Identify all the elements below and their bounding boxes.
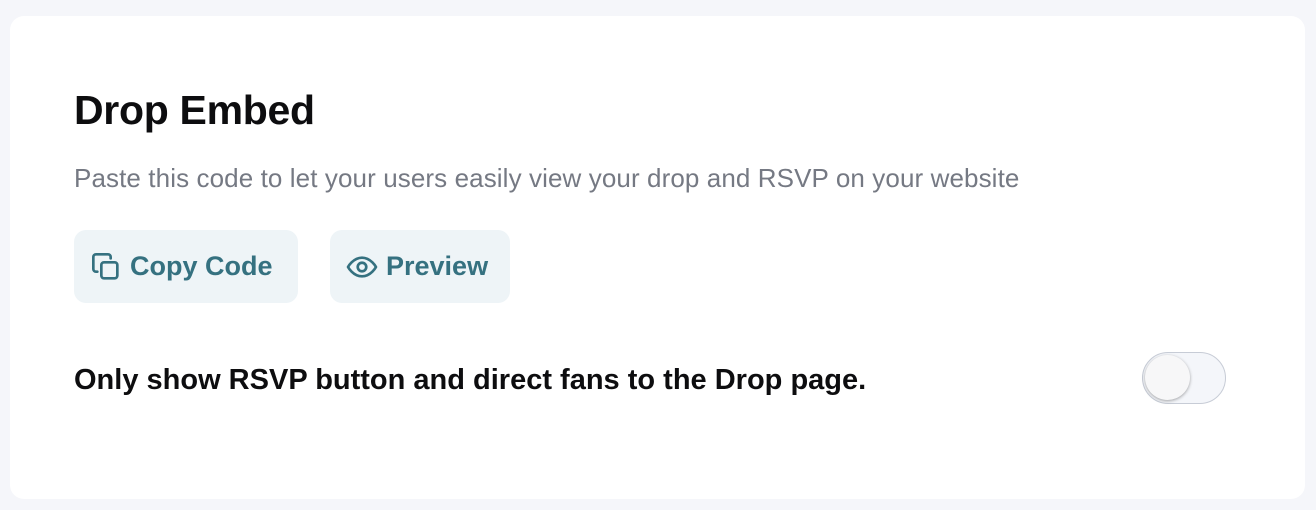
copy-code-label: Copy Code bbox=[130, 251, 273, 281]
rsvp-only-toggle[interactable] bbox=[1142, 352, 1226, 404]
drop-embed-card: Drop Embed Paste this code to let your u… bbox=[10, 16, 1305, 499]
card-subtitle: Paste this code to let your users easily… bbox=[74, 163, 1020, 193]
preview-label: Preview bbox=[386, 251, 489, 281]
eye-icon bbox=[346, 251, 378, 283]
rsvp-only-setting-label: Only show RSVP button and direct fans to… bbox=[74, 364, 867, 396]
card-title: Drop Embed bbox=[74, 87, 315, 133]
preview-button[interactable]: Preview bbox=[330, 230, 510, 303]
copy-icon bbox=[90, 251, 122, 283]
copy-code-button[interactable]: Copy Code bbox=[74, 230, 298, 303]
toggle-knob bbox=[1145, 355, 1190, 400]
